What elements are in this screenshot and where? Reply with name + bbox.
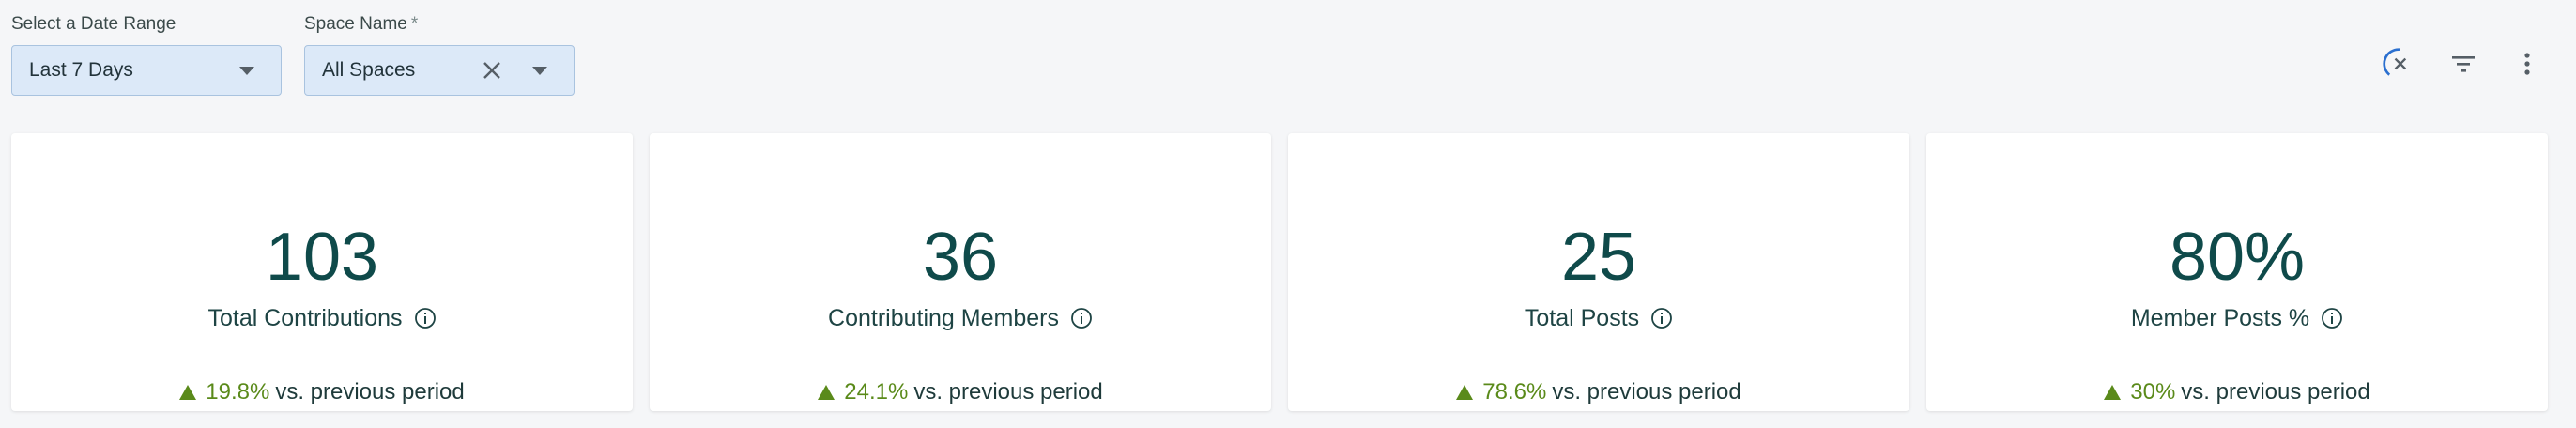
metric-card-total-contributions: 103 Total Contributions 19.8% vs. previo… xyxy=(11,133,633,411)
metric-label-row: Member Posts % xyxy=(1926,304,2548,332)
date-range-value: Last 7 Days xyxy=(29,59,133,81)
space-name-filter: Space Name * All Spaces xyxy=(304,13,575,96)
date-range-filter: Select a Date Range Last 7 Days xyxy=(11,13,282,96)
trend-suffix: vs. previous period xyxy=(913,379,1103,405)
metric-trend: 30% vs. previous period xyxy=(1926,379,2548,405)
trend-up-icon xyxy=(2104,385,2122,400)
metric-value: 36 xyxy=(922,220,999,295)
trend-suffix: vs. previous period xyxy=(275,379,465,405)
metric-label: Total Contributions xyxy=(207,305,403,331)
metric-card-contributing-members: 36 Contributing Members 24.1% vs. previo… xyxy=(650,133,1271,411)
chevron-down-icon[interactable] xyxy=(239,67,254,75)
toolbar xyxy=(2383,47,2544,81)
more-options-button[interactable] xyxy=(2510,47,2544,81)
trend-up-icon xyxy=(1456,385,1474,400)
metric-card-total-posts: 25 Total Posts 78.6% vs. previous period xyxy=(1288,133,1909,411)
trend-suffix: vs. previous period xyxy=(2181,379,2370,405)
metric-label: Contributing Members xyxy=(828,305,1059,331)
metric-trend: 78.6% vs. previous period xyxy=(1288,379,1909,405)
metric-trend: 24.1% vs. previous period xyxy=(650,379,1271,405)
clear-icon[interactable] xyxy=(482,60,502,81)
space-name-label: Space Name * xyxy=(304,14,419,34)
metric-label-row: Contributing Members xyxy=(650,304,1271,332)
more-vert-icon xyxy=(2524,53,2530,75)
metric-label: Member Posts % xyxy=(2130,305,2310,331)
info-icon[interactable] xyxy=(1070,307,1093,329)
trend-suffix: vs. previous period xyxy=(1552,379,1741,405)
trend-percent: 78.6% xyxy=(1482,379,1547,405)
space-name-value: All Spaces xyxy=(322,59,416,81)
metric-label-row: Total Posts xyxy=(1288,304,1909,332)
date-range-label: Select a Date Range xyxy=(11,14,176,34)
loading-cancel-button[interactable] xyxy=(2383,47,2416,81)
info-icon[interactable] xyxy=(1650,307,1673,329)
date-range-select[interactable]: Last 7 Days xyxy=(11,45,282,96)
filter-bar: Select a Date Range Last 7 Days Space Na… xyxy=(11,13,575,96)
trend-percent: 30% xyxy=(2130,379,2176,405)
trend-up-icon xyxy=(179,385,197,400)
metric-value: 25 xyxy=(1560,220,1637,295)
trend-percent: 19.8% xyxy=(206,379,270,405)
info-icon[interactable] xyxy=(2321,307,2343,329)
metric-label: Total Posts xyxy=(1524,305,1640,331)
metric-card-member-posts-percent: 80% Member Posts % 30% vs. previous peri… xyxy=(1926,133,2548,411)
metric-value: 103 xyxy=(265,220,379,295)
metric-label-row: Total Contributions xyxy=(11,304,633,332)
metric-cards: 103 Total Contributions 19.8% vs. previo… xyxy=(11,133,2548,411)
required-mark: * xyxy=(410,14,419,34)
metric-value: 80% xyxy=(2169,220,2306,295)
filter-icon xyxy=(2452,56,2475,72)
trend-percent: 24.1% xyxy=(844,379,909,405)
info-icon[interactable] xyxy=(414,307,437,329)
chevron-down-icon[interactable] xyxy=(532,67,547,75)
metric-trend: 19.8% vs. previous period xyxy=(11,379,633,405)
space-name-select[interactable]: All Spaces xyxy=(304,45,575,96)
loading-cancel-icon xyxy=(2383,48,2407,76)
trend-up-icon xyxy=(818,385,836,400)
filter-button[interactable] xyxy=(2446,47,2480,81)
